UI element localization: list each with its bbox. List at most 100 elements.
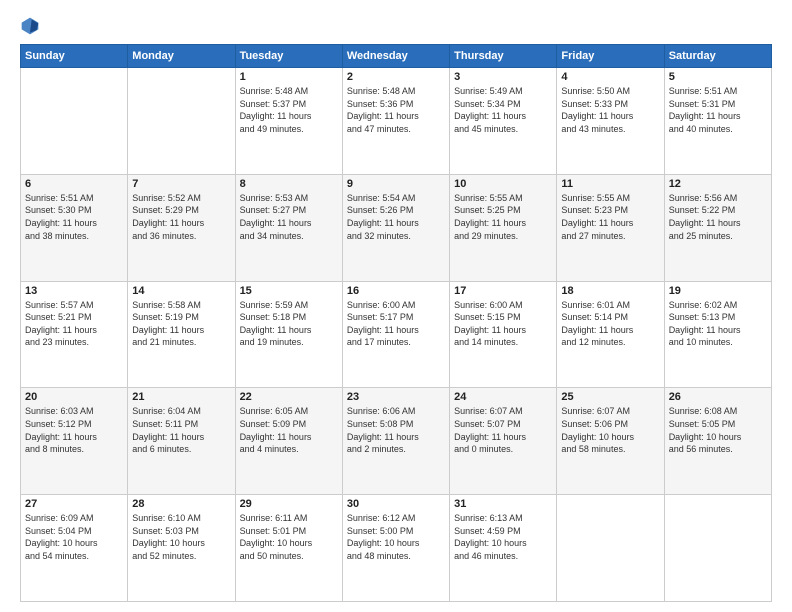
- day-number: 7: [132, 178, 230, 190]
- header-cell-sunday: Sunday: [21, 45, 128, 68]
- day-info: Sunrise: 6:08 AM Sunset: 5:05 PM Dayligh…: [669, 405, 767, 455]
- header-cell-tuesday: Tuesday: [235, 45, 342, 68]
- day-info: Sunrise: 6:11 AM Sunset: 5:01 PM Dayligh…: [240, 512, 338, 562]
- day-info: Sunrise: 6:01 AM Sunset: 5:14 PM Dayligh…: [561, 299, 659, 349]
- day-info: Sunrise: 6:07 AM Sunset: 5:06 PM Dayligh…: [561, 405, 659, 455]
- calendar-cell: 18Sunrise: 6:01 AM Sunset: 5:14 PM Dayli…: [557, 281, 664, 388]
- calendar-cell: 31 Sunrise: 6:13 AM Sunset: 4:59 PM Dayli…: [450, 495, 557, 602]
- day-number: 31: [454, 498, 552, 510]
- day-number: 14: [132, 285, 230, 297]
- day-number: 25: [561, 391, 659, 403]
- calendar-cell: 27 Sunrise: 6:09 AM Sunset: 5:04 PM Dayli…: [21, 495, 128, 602]
- day-number: 22: [240, 391, 338, 403]
- logo: [20, 16, 44, 36]
- header-row: SundayMondayTuesdayWednesdayThursdayFrid…: [21, 45, 772, 68]
- calendar-cell: 9 Sunrise: 5:54 AM Sunset: 5:26 PM Daylig…: [342, 174, 449, 281]
- header-cell-monday: Monday: [128, 45, 235, 68]
- calendar-week-4: 20 Sunrise: 6:03 AM Sunset: 5:12 PM Dayli…: [21, 388, 772, 495]
- day-number: 20: [25, 391, 123, 403]
- calendar-cell: 23Sunrise: 6:06 AM Sunset: 5:08 PM Dayli…: [342, 388, 449, 495]
- calendar-cell: 29 Sunrise: 6:11 AM Sunset: 5:01 PM Dayli…: [235, 495, 342, 602]
- calendar-cell: 16 Sunrise: 6:00 AM Sunset: 5:17 PM Dayli…: [342, 281, 449, 388]
- header-cell-friday: Friday: [557, 45, 664, 68]
- day-number: 17: [454, 285, 552, 297]
- day-number: 30: [347, 498, 445, 510]
- day-number: 13: [25, 285, 123, 297]
- day-number: 5: [669, 71, 767, 83]
- calendar-cell: 19 Sunrise: 6:02 AM Sunset: 5:13 PM Dayli…: [664, 281, 771, 388]
- day-info: Sunrise: 5:52 AM Sunset: 5:29 PM Dayligh…: [132, 192, 230, 242]
- calendar-cell: 7 Sunrise: 5:52 AM Sunset: 5:29 PM Daylig…: [128, 174, 235, 281]
- calendar-cell: 5 Sunrise: 5:51 AM Sunset: 5:31 PM Daylig…: [664, 68, 771, 175]
- day-number: 24: [454, 391, 552, 403]
- header: [20, 16, 772, 36]
- calendar-cell: 11 Sunrise: 5:55 AM Sunset: 5:23 PM Dayli…: [557, 174, 664, 281]
- day-info: Sunrise: 6:09 AM Sunset: 5:04 PM Dayligh…: [25, 512, 123, 562]
- day-info: Sunrise: 6:00 AM Sunset: 5:15 PM Dayligh…: [454, 299, 552, 349]
- calendar-week-3: 13Sunrise: 5:57 AM Sunset: 5:21 PM Dayli…: [21, 281, 772, 388]
- day-number: 4: [561, 71, 659, 83]
- calendar-table: SundayMondayTuesdayWednesdayThursdayFrid…: [20, 44, 772, 602]
- day-number: 9: [347, 178, 445, 190]
- day-number: 11: [561, 178, 659, 190]
- calendar-cell: 10Sunrise: 5:55 AM Sunset: 5:25 PM Dayli…: [450, 174, 557, 281]
- day-info: Sunrise: 5:55 AM Sunset: 5:23 PM Dayligh…: [561, 192, 659, 242]
- day-info: Sunrise: 5:54 AM Sunset: 5:26 PM Dayligh…: [347, 192, 445, 242]
- calendar-cell: 15 Sunrise: 5:59 AM Sunset: 5:18 PM Dayli…: [235, 281, 342, 388]
- day-number: 8: [240, 178, 338, 190]
- day-info: Sunrise: 5:58 AM Sunset: 5:19 PM Dayligh…: [132, 299, 230, 349]
- calendar-cell: 25 Sunrise: 6:07 AM Sunset: 5:06 PM Dayli…: [557, 388, 664, 495]
- calendar-cell: 8 Sunrise: 5:53 AM Sunset: 5:27 PM Daylig…: [235, 174, 342, 281]
- day-number: 15: [240, 285, 338, 297]
- calendar-cell: [128, 68, 235, 175]
- day-info: Sunrise: 6:07 AM Sunset: 5:07 PM Dayligh…: [454, 405, 552, 455]
- calendar-week-5: 27 Sunrise: 6:09 AM Sunset: 5:04 PM Dayli…: [21, 495, 772, 602]
- day-number: 12: [669, 178, 767, 190]
- calendar-cell: 30Sunrise: 6:12 AM Sunset: 5:00 PM Dayli…: [342, 495, 449, 602]
- header-cell-saturday: Saturday: [664, 45, 771, 68]
- day-number: 19: [669, 285, 767, 297]
- day-number: 3: [454, 71, 552, 83]
- day-info: Sunrise: 5:59 AM Sunset: 5:18 PM Dayligh…: [240, 299, 338, 349]
- calendar-cell: 4 Sunrise: 5:50 AM Sunset: 5:33 PM Daylig…: [557, 68, 664, 175]
- day-info: Sunrise: 6:13 AM Sunset: 4:59 PM Dayligh…: [454, 512, 552, 562]
- day-info: Sunrise: 6:00 AM Sunset: 5:17 PM Dayligh…: [347, 299, 445, 349]
- day-info: Sunrise: 5:56 AM Sunset: 5:22 PM Dayligh…: [669, 192, 767, 242]
- day-info: Sunrise: 5:48 AM Sunset: 5:37 PM Dayligh…: [240, 85, 338, 135]
- day-info: Sunrise: 6:02 AM Sunset: 5:13 PM Dayligh…: [669, 299, 767, 349]
- calendar-week-1: 1 Sunrise: 5:48 AM Sunset: 5:37 PM Daylig…: [21, 68, 772, 175]
- day-number: 2: [347, 71, 445, 83]
- day-info: Sunrise: 5:51 AM Sunset: 5:31 PM Dayligh…: [669, 85, 767, 135]
- calendar-cell: 6Sunrise: 5:51 AM Sunset: 5:30 PM Daylig…: [21, 174, 128, 281]
- header-cell-wednesday: Wednesday: [342, 45, 449, 68]
- day-number: 6: [25, 178, 123, 190]
- day-number: 10: [454, 178, 552, 190]
- calendar-cell: 22 Sunrise: 6:05 AM Sunset: 5:09 PM Dayli…: [235, 388, 342, 495]
- day-number: 26: [669, 391, 767, 403]
- calendar-cell: 28Sunrise: 6:10 AM Sunset: 5:03 PM Dayli…: [128, 495, 235, 602]
- page: SundayMondayTuesdayWednesdayThursdayFrid…: [0, 0, 792, 612]
- calendar-body: 1 Sunrise: 5:48 AM Sunset: 5:37 PM Daylig…: [21, 68, 772, 602]
- day-info: Sunrise: 6:06 AM Sunset: 5:08 PM Dayligh…: [347, 405, 445, 455]
- logo-icon: [20, 16, 40, 36]
- day-info: Sunrise: 5:48 AM Sunset: 5:36 PM Dayligh…: [347, 85, 445, 135]
- calendar-cell: 26 Sunrise: 6:08 AM Sunset: 5:05 PM Dayli…: [664, 388, 771, 495]
- calendar-cell: 17 Sunrise: 6:00 AM Sunset: 5:15 PM Dayli…: [450, 281, 557, 388]
- header-cell-thursday: Thursday: [450, 45, 557, 68]
- day-number: 1: [240, 71, 338, 83]
- day-info: Sunrise: 6:04 AM Sunset: 5:11 PM Dayligh…: [132, 405, 230, 455]
- day-number: 21: [132, 391, 230, 403]
- day-info: Sunrise: 6:03 AM Sunset: 5:12 PM Dayligh…: [25, 405, 123, 455]
- calendar-cell: 21 Sunrise: 6:04 AM Sunset: 5:11 PM Dayli…: [128, 388, 235, 495]
- day-info: Sunrise: 5:53 AM Sunset: 5:27 PM Dayligh…: [240, 192, 338, 242]
- calendar-cell: [557, 495, 664, 602]
- day-number: 27: [25, 498, 123, 510]
- calendar-cell: 20 Sunrise: 6:03 AM Sunset: 5:12 PM Dayli…: [21, 388, 128, 495]
- calendar-week-2: 6Sunrise: 5:51 AM Sunset: 5:30 PM Daylig…: [21, 174, 772, 281]
- day-number: 29: [240, 498, 338, 510]
- day-info: Sunrise: 5:50 AM Sunset: 5:33 PM Dayligh…: [561, 85, 659, 135]
- day-number: 16: [347, 285, 445, 297]
- calendar-cell: [21, 68, 128, 175]
- day-info: Sunrise: 6:05 AM Sunset: 5:09 PM Dayligh…: [240, 405, 338, 455]
- calendar-cell: 2 Sunrise: 5:48 AM Sunset: 5:36 PM Daylig…: [342, 68, 449, 175]
